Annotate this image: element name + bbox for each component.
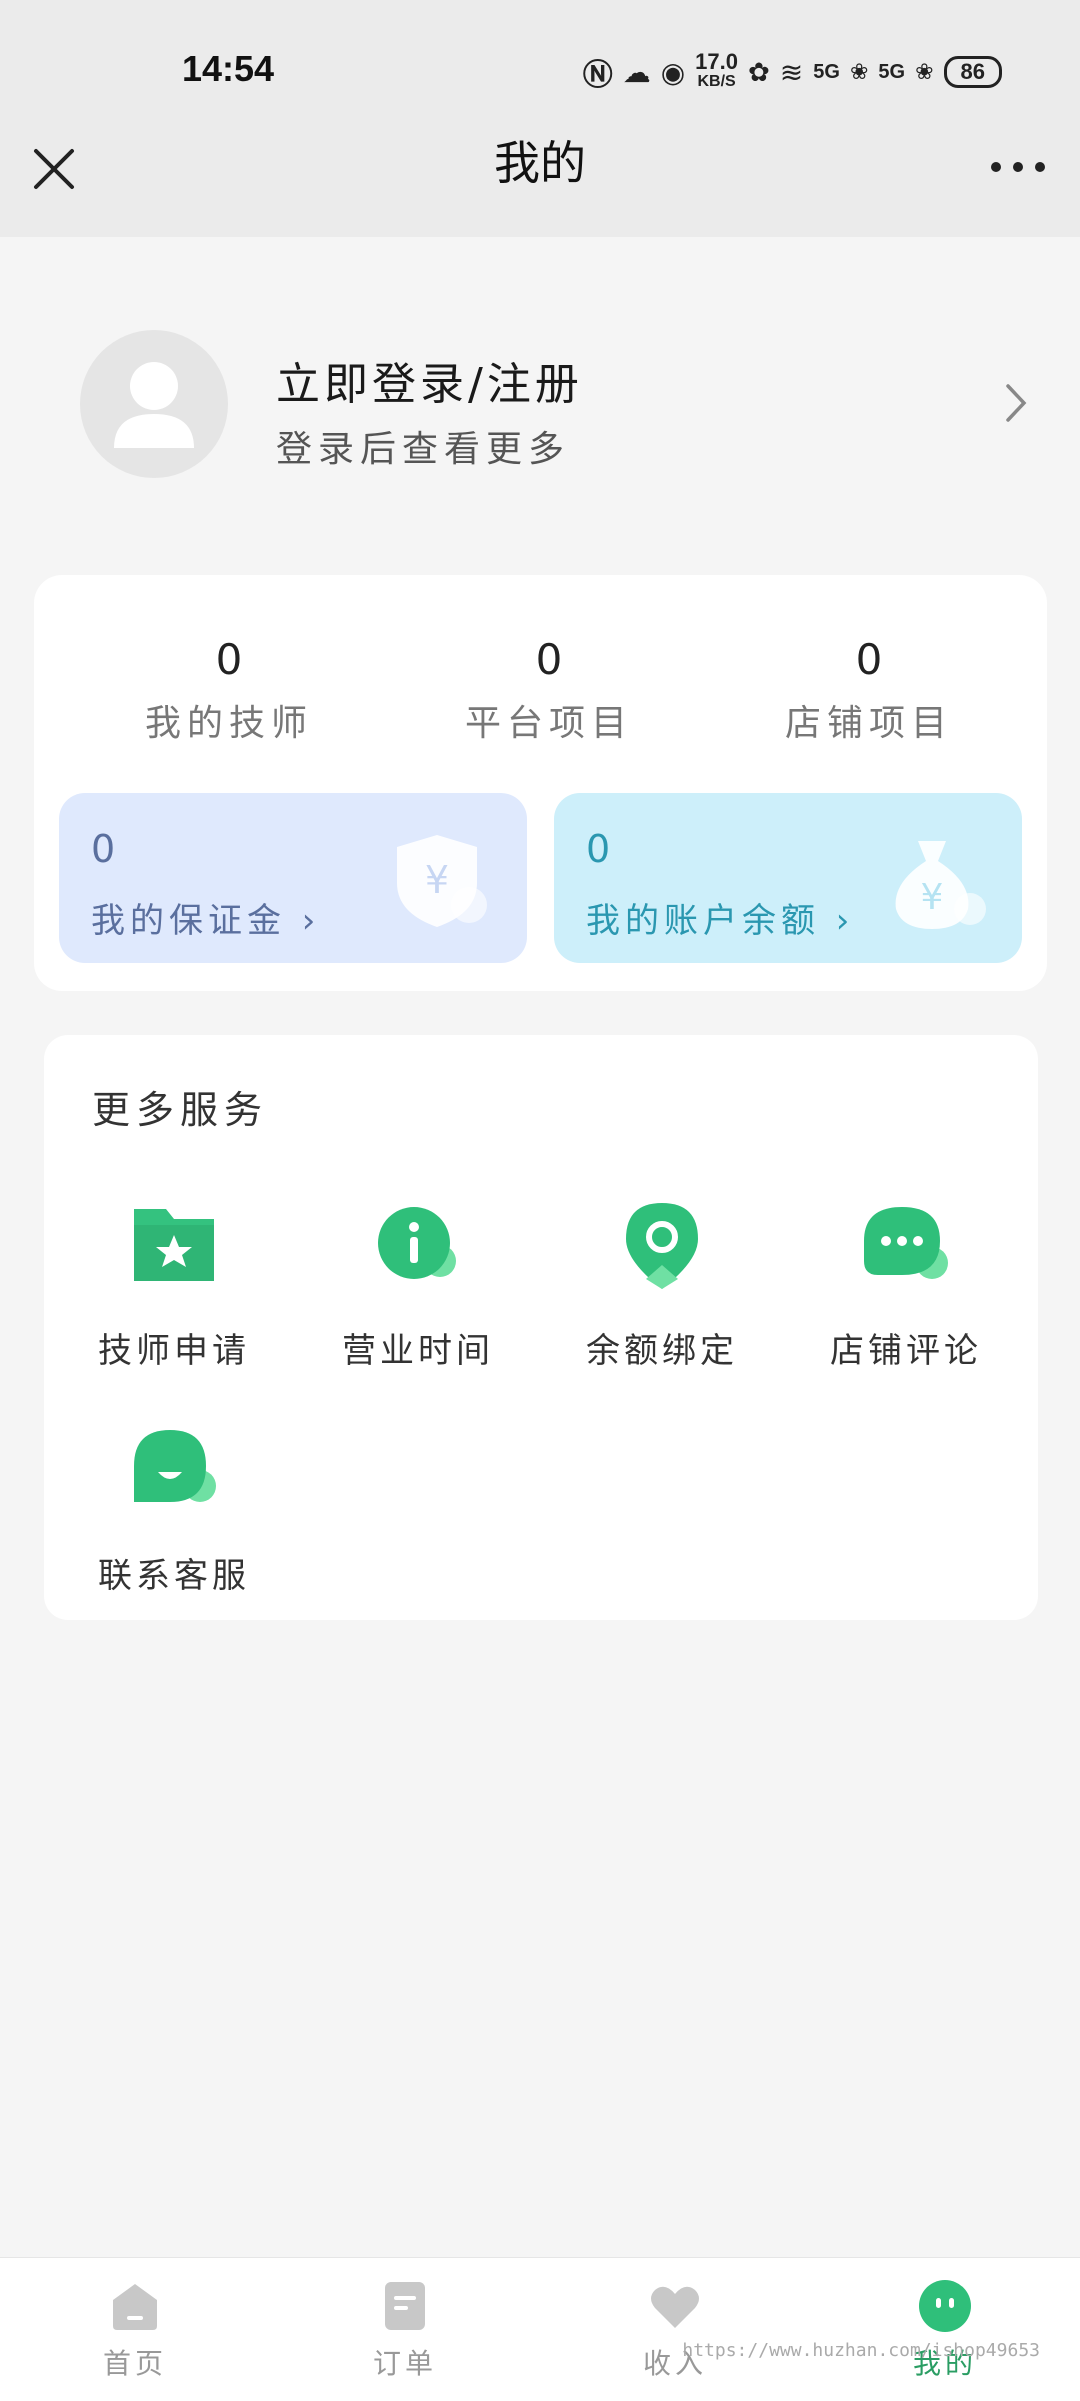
signal-bars-icon: ❀ [849, 59, 869, 84]
service-balance-binding[interactable]: 余额绑定 [542, 1195, 782, 1372]
balance-card[interactable]: 0 我的账户余额 › ¥ [554, 793, 1022, 963]
service-label: 店铺评论 [830, 1331, 982, 1371]
chevron-right-icon[interactable] [1004, 382, 1028, 424]
deposit-card[interactable]: 0 我的保证金 › ¥ [59, 793, 527, 963]
nfc-icon: Ⓝ [582, 59, 613, 92]
stat-value: 0 [215, 635, 243, 684]
nav-bar: 我的 [0, 105, 1080, 237]
service-label: 技师申请 [98, 1331, 250, 1371]
stat-label: 平台项目 [464, 703, 633, 744]
deposit-label: 我的保证金 › [91, 901, 321, 941]
customer-service-icon [134, 1430, 216, 1502]
more-services-card: 更多服务 技师申请 营业时间 余额绑定 店铺评论 联系客服 [44, 1035, 1038, 1620]
net-speed: 17.0 KB/S [695, 49, 738, 91]
tab-label: 订单 [372, 2347, 437, 2380]
tab-profile[interactable]: 我的 [845, 2278, 1045, 2382]
services-title: 更多服务 [92, 1088, 269, 1132]
page-title: 我的 [494, 136, 586, 190]
service-technician-apply[interactable]: 技师申请 [54, 1195, 294, 1372]
status-time: 14:54 [182, 48, 275, 89]
heart-icon [651, 2286, 699, 2328]
stat-platform-projects[interactable]: 0 平台项目 [399, 635, 699, 746]
user-silhouette-icon [114, 362, 194, 448]
tab-income[interactable]: 收入 [575, 2278, 775, 2382]
login-subtitle: 登录后查看更多 [276, 429, 571, 470]
chat-bubble-icon [864, 1207, 948, 1279]
order-icon [385, 2282, 425, 2330]
avatar [80, 330, 228, 478]
stat-value: 0 [535, 635, 563, 684]
info-icon [378, 1207, 456, 1279]
stat-shop-projects[interactable]: 0 店铺项目 [719, 635, 1019, 746]
star-folder-icon [134, 1209, 214, 1281]
service-contact-support[interactable]: 联系客服 [54, 1420, 294, 1597]
signal-5g-1: 5G [813, 60, 840, 83]
hd-icon: ✿ [748, 56, 770, 87]
home-icon [113, 2284, 157, 2330]
cloud-icon: ☁ [622, 56, 651, 88]
balance-label: 我的账户余额 › [586, 901, 855, 941]
stat-value: 0 [855, 635, 883, 684]
location-pin-icon [626, 1203, 698, 1289]
deposit-value: 0 [91, 827, 116, 871]
service-shop-reviews[interactable]: 店铺评论 [786, 1195, 1026, 1372]
battery-indicator: 86 [943, 56, 1002, 88]
stat-label: 我的技师 [144, 703, 313, 744]
balance-value: 0 [586, 827, 611, 871]
watermark: https://www.huzhan.com/ishop49653 [682, 2340, 1040, 2361]
stats-card: 0 我的技师 0 平台项目 0 店铺项目 0 我的保证金 › ¥ 0 我的账户余… [34, 575, 1047, 991]
tab-label: 首页 [102, 2347, 167, 2380]
tab-orders[interactable]: 订单 [305, 2278, 505, 2382]
shield-yuan-icon: ¥ [397, 835, 487, 927]
login-title[interactable]: 立即登录/注册 [276, 348, 583, 412]
service-label: 联系客服 [98, 1556, 250, 1596]
stat-my-technicians[interactable]: 0 我的技师 [79, 635, 379, 746]
svg-text:¥: ¥ [425, 858, 449, 902]
svg-text:¥: ¥ [921, 877, 944, 918]
bottom-tab-bar: 首页 订单 收入 我的 [0, 2257, 1080, 2401]
service-label: 营业时间 [342, 1331, 494, 1371]
wifi-icon: ≋ [779, 56, 804, 88]
status-icons: Ⓝ ☁ ◉ 17.0 KB/S ✿ ≋ 5G ❀ 5G ❀ 86 [583, 50, 1002, 94]
login-banner[interactable]: 立即登录/注册 登录后查看更多 [0, 330, 1080, 490]
profile-face-icon [919, 2280, 971, 2332]
tab-home[interactable]: 首页 [35, 2278, 235, 2382]
stat-label: 店铺项目 [784, 703, 953, 744]
service-business-hours[interactable]: 营业时间 [298, 1195, 538, 1372]
pig-icon: ◉ [660, 56, 686, 88]
money-bag-icon: ¥ [895, 841, 986, 929]
signal-5g-2: 5G [878, 60, 906, 83]
service-label: 余额绑定 [586, 1331, 738, 1371]
more-icon[interactable] [988, 157, 1048, 177]
signal-bars-icon-2: ❀ [915, 59, 934, 84]
